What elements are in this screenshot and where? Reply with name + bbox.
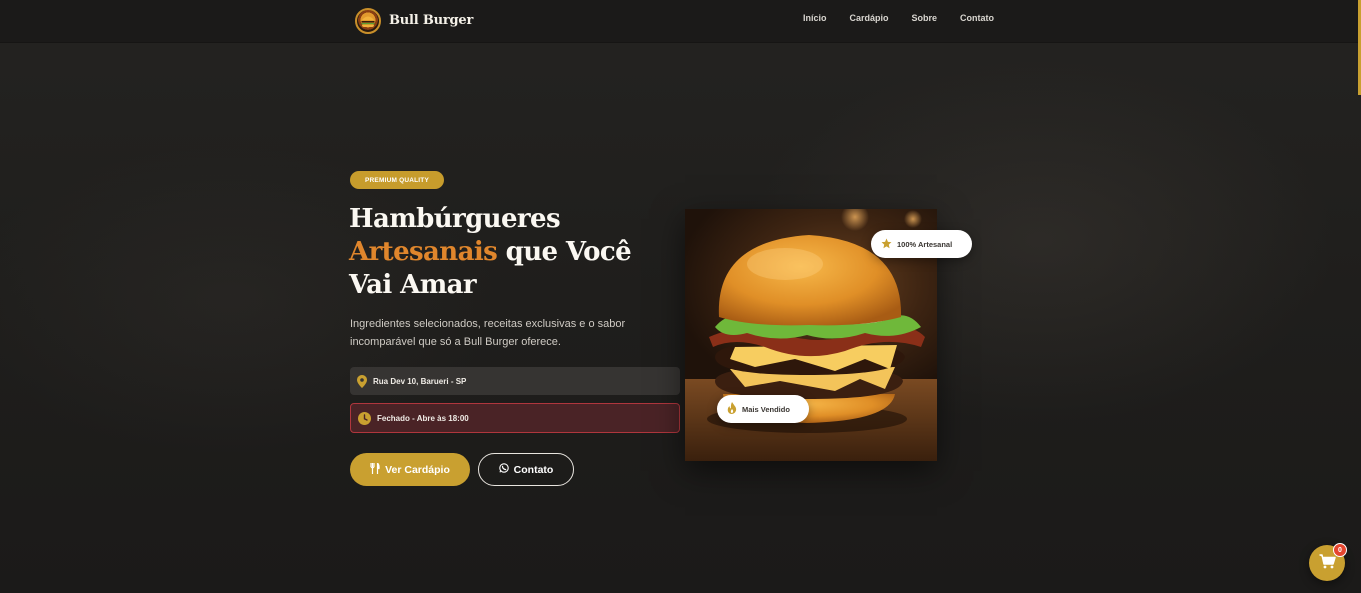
nav-links: Início Cardápio Sobre Contato xyxy=(803,13,994,23)
hero-background xyxy=(0,0,1361,593)
brand[interactable]: Bull Burger xyxy=(355,7,473,34)
contact-button[interactable]: Contato xyxy=(478,453,574,486)
clock-icon xyxy=(358,411,371,425)
map-pin-icon xyxy=(357,374,367,388)
navbar: Bull Burger Início Cardápio Sobre Contat… xyxy=(0,0,1358,43)
status-text: Fechado - Abre às 18:00 xyxy=(377,413,469,423)
nav-link-sobre[interactable]: Sobre xyxy=(912,13,938,23)
burger-logo-icon xyxy=(355,7,381,34)
cart-count-badge: 0 xyxy=(1333,543,1347,557)
status-row: Fechado - Abre às 18:00 xyxy=(350,403,680,433)
utensils-icon xyxy=(370,461,380,477)
whatsapp-icon xyxy=(498,463,509,476)
fire-icon xyxy=(727,402,737,416)
artisan-label: 100% Artesanal xyxy=(897,239,953,249)
hero-subtitle: Ingredientes selecionados, receitas excl… xyxy=(350,318,626,348)
nav-link-cardapio[interactable]: Cardápio xyxy=(850,13,889,23)
best-seller-tag: Mais Vendido xyxy=(717,395,809,423)
artisan-tag: 100% Artesanal xyxy=(871,230,972,258)
star-icon xyxy=(881,238,892,251)
cart-icon xyxy=(1319,553,1336,573)
hero-title: Hambúrgueres Artesanais que Você Vai Amar xyxy=(349,203,679,302)
brand-name: Bull Burger xyxy=(389,13,474,28)
premium-badge: PREMIUM QUALITY xyxy=(350,171,444,189)
address-text: Rua Dev 10, Barueri - SP xyxy=(373,376,467,386)
view-menu-button[interactable]: Ver Cardápio xyxy=(350,453,470,486)
title-accent: Artesanais xyxy=(349,237,498,267)
best-seller-label: Mais Vendido xyxy=(742,404,790,414)
view-menu-label: Ver Cardápio xyxy=(385,463,450,476)
nav-link-inicio[interactable]: Início xyxy=(803,13,827,23)
contact-label: Contato xyxy=(513,463,554,476)
nav-link-contato[interactable]: Contato xyxy=(960,13,994,23)
address-row: Rua Dev 10, Barueri - SP xyxy=(350,367,680,395)
title-part1: Hambúrgueres xyxy=(349,204,561,234)
